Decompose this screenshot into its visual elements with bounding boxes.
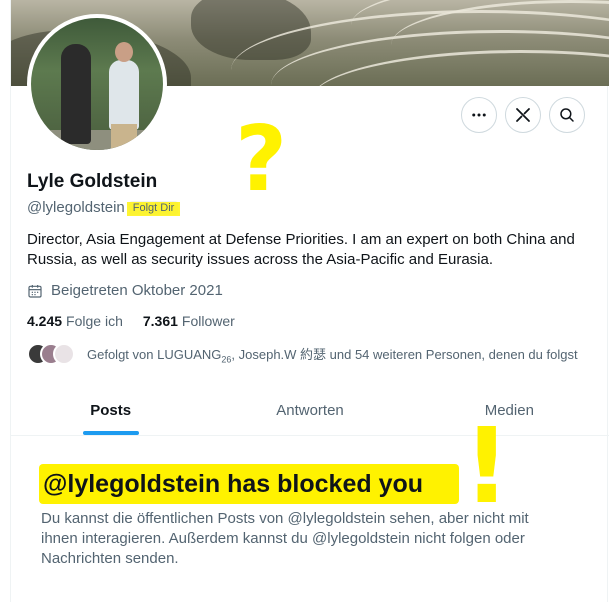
search-button[interactable]: [549, 97, 585, 133]
follow-stats: 4.245 Folge ich 7.361 Follower: [27, 313, 235, 329]
tab-media[interactable]: Medien: [410, 386, 609, 435]
followers-you-know[interactable]: Gefolgt von LUGUANG26, Joseph.W 約瑟 und 5…: [27, 343, 578, 365]
calendar-icon: [28, 284, 42, 298]
profile-page: Lyle Goldstein @lylegoldstein Folgt Dir …: [10, 0, 609, 602]
more-horizontal-icon: [472, 113, 486, 117]
grok-button[interactable]: [505, 97, 541, 133]
tab-posts[interactable]: Posts: [11, 386, 210, 435]
profile-bio: Director, Asia Engagement at Defense Pri…: [27, 231, 575, 268]
grok-icon: [516, 108, 530, 122]
more-button[interactable]: [461, 97, 497, 133]
following-link[interactable]: 4.245 Folge ich: [27, 313, 123, 329]
profile-avatar[interactable]: [27, 14, 167, 154]
profile-tabs: Posts Antworten Medien: [11, 386, 609, 436]
question-mark-scribble: ?: [235, 110, 287, 212]
follows-you-badge: Folgt Dir: [126, 200, 181, 216]
handle-row: @lylegoldstein Folgt Dir: [27, 199, 181, 216]
blocked-description: Du kannst die öffentlichen Posts von @ly…: [41, 510, 529, 567]
joined-date: Beigetreten Oktober 2021: [27, 282, 223, 299]
profile-name: Lyle Goldstein: [27, 171, 158, 192]
svg-text:?: ?: [235, 110, 287, 212]
joined-text: Beigetreten Oktober 2021: [51, 282, 223, 299]
profile-handle: @lylegoldstein: [27, 199, 125, 216]
blocked-notice: @lylegoldstein has blocked you: [39, 464, 459, 504]
mutual-avatars: [27, 343, 77, 365]
search-icon: [560, 108, 574, 122]
followed-by-text: Gefolgt von LUGUANG26, Joseph.W 約瑟 und 5…: [87, 346, 578, 365]
exclamation-mark-scribble: !: [463, 405, 499, 510]
tab-replies[interactable]: Antworten: [210, 386, 409, 435]
followers-link[interactable]: 7.361 Follower: [143, 313, 235, 329]
svg-text:!: !: [463, 405, 499, 510]
blocked-title: @lylegoldstein has blocked you: [43, 470, 424, 498]
